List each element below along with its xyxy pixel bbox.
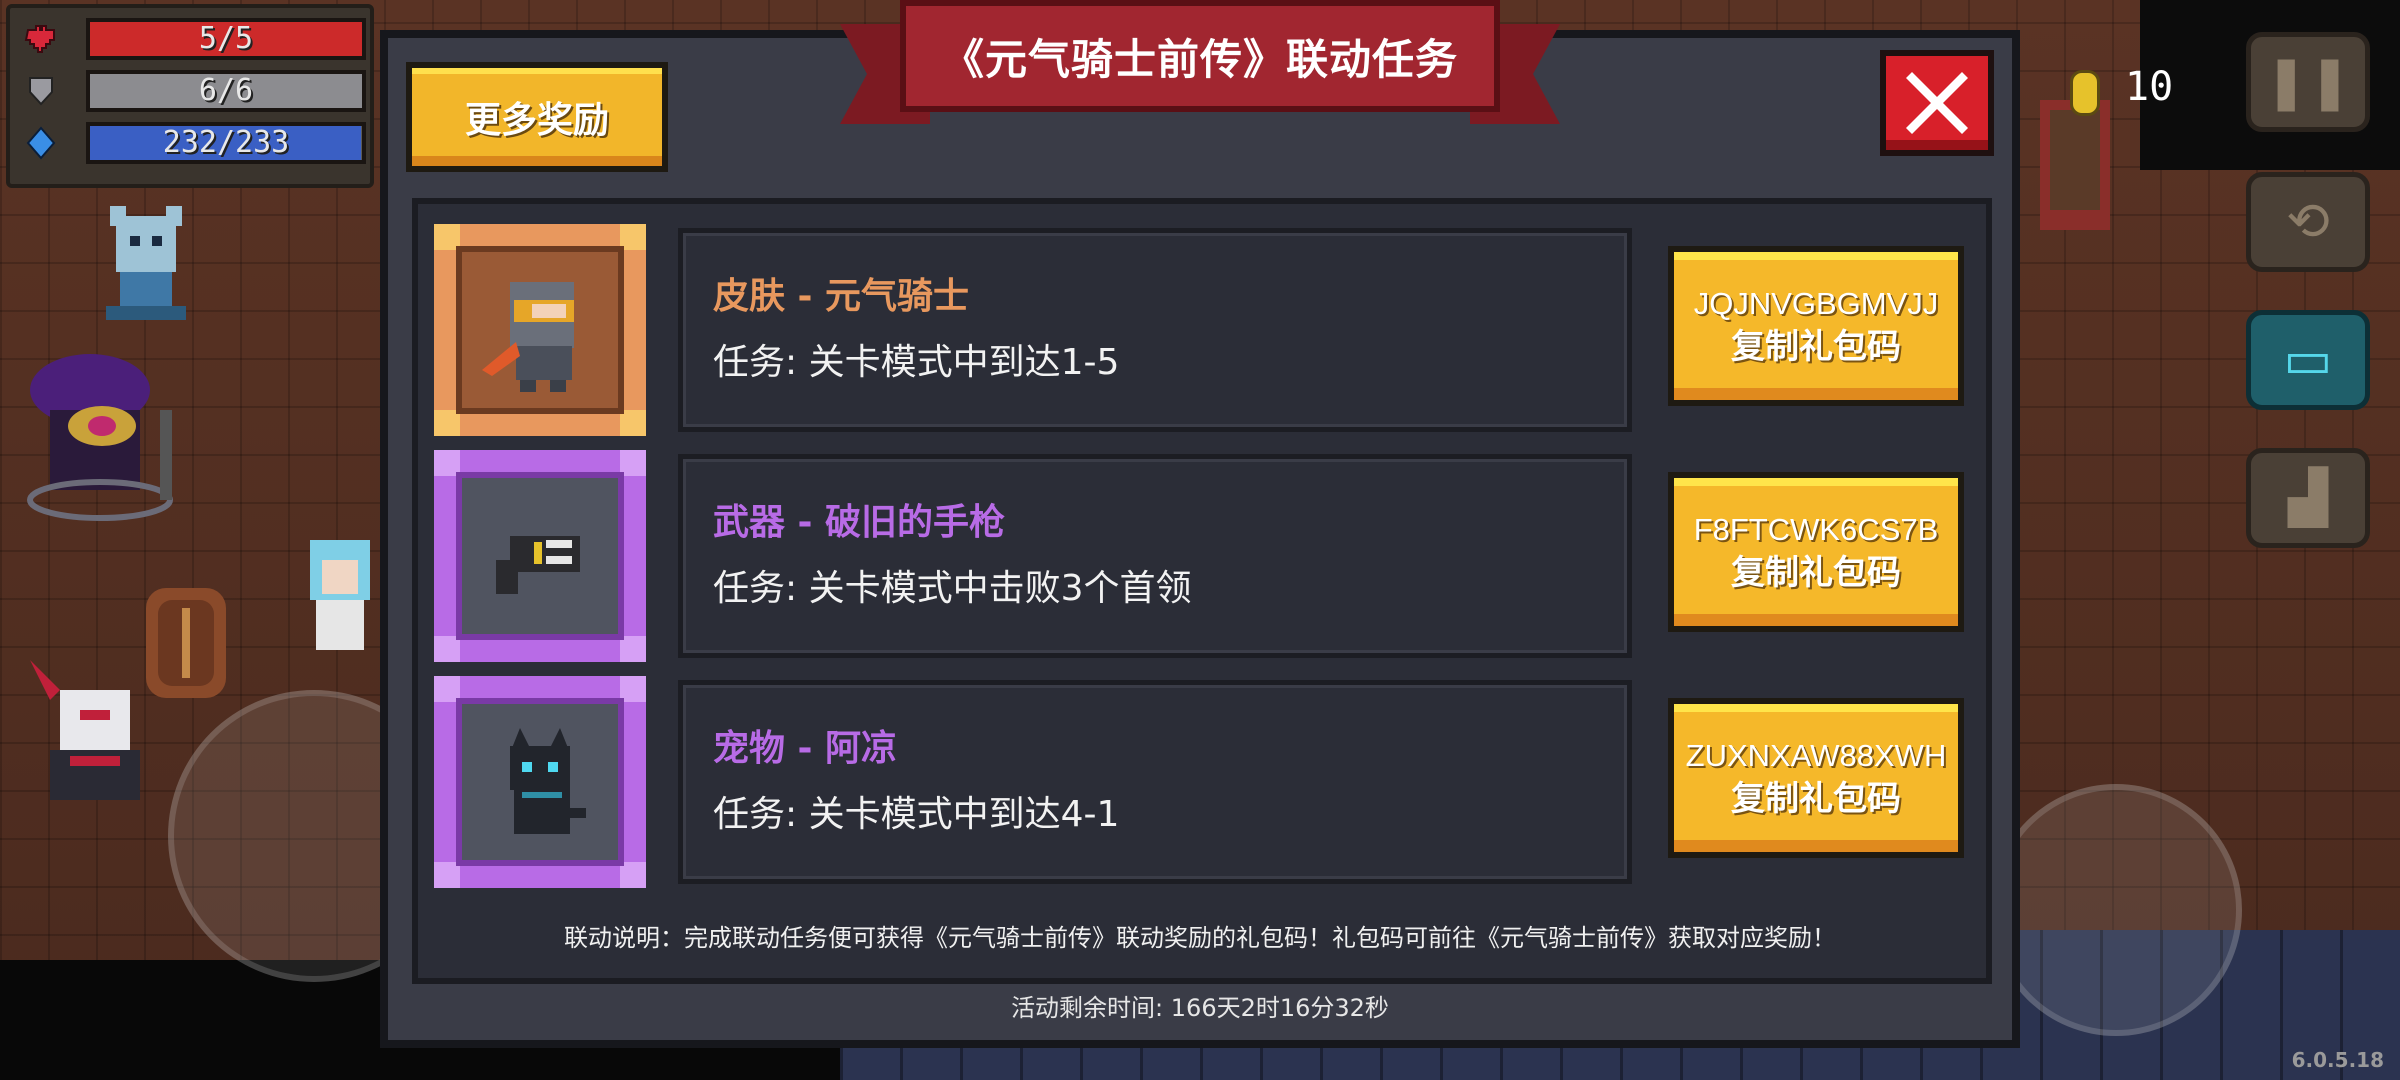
pause-button[interactable]: ❚❚ [2246,32,2370,132]
emote-button[interactable]: ▟ [2246,448,2370,548]
dialog-title: 《元气骑士前传》联动任务 [941,34,1458,84]
armor-value: 6/6 [198,73,254,108]
task-description: 任务: 关卡模式中到达1-5 [713,342,1120,383]
copy-code-button[interactable]: F8FTCWK6CS7B 复制礼包码 [1668,472,1964,632]
dark-mage-character [10,350,200,530]
pistol-icon [496,536,580,594]
task-info: 武器 - 破旧的手枪 任务: 关卡模式中击败3个首领 [678,454,1632,658]
swap-weapon-button[interactable]: ⟲ [2246,172,2370,272]
armor-row: 6/6 [24,70,366,112]
copy-code-button[interactable]: ZUXNXAW88XWH 复制礼包码 [1668,698,1964,858]
copy-label: 复制礼包码 [1731,553,1901,593]
close-button[interactable] [1880,50,1994,156]
copy-code-button[interactable]: JQJNVGBGMVJJ 复制礼包码 [1668,246,1964,406]
event-note: 联动说明：完成联动任务便可获得《元气骑士前传》联动奖励的礼包码！礼包码可前往《元… [564,924,1836,952]
gift-code: F8FTCWK6CS7B [1693,512,1939,547]
npc-character [2030,100,2120,230]
heart-icon [24,25,55,53]
close-icon [1906,72,1968,134]
task-row: 武器 - 破旧的手枪 任务: 关卡模式中击败3个首领 F8FTCWK6CS7B … [434,450,1964,662]
shield-icon [29,77,53,106]
hp-value: 5/5 [198,21,254,56]
energy-crystal-icon [26,126,56,160]
energy-value: 232/233 [162,125,290,160]
princess-character [300,530,380,660]
task-row: 宠物 - 阿凉 任务: 关卡模式中到达4-1 ZUXNXAW88XWH 复制礼包… [434,676,1964,888]
task-description: 任务: 关卡模式中到达4-1 [713,794,1120,835]
task-title: 宠物 - 阿凉 [713,728,898,769]
wolf-character [96,206,196,326]
gift-code: ZUXNXAW88XWH [1685,738,1947,773]
player-stats-panel: 5/5 6/6 232/233 [6,4,374,188]
reward-frame [434,676,646,888]
copy-label: 复制礼包码 [1731,327,1901,367]
gift-code: JQJNVGBGMVJJ [1693,286,1939,321]
task-description: 任务: 关卡模式中击败3个首领 [713,568,1192,609]
task-row: 皮肤 - 元气骑士 任务: 关卡模式中到达1-5 JQJNVGBGMVJJ 复制… [434,224,1964,436]
energy-row: 232/233 [24,122,366,164]
event-timer: 活动剩余时间: 166天2时16分32秒 [1011,994,1389,1022]
title-banner: 《元气骑士前传》联动任务 [840,0,1560,124]
reward-frame [434,224,646,436]
more-rewards-button[interactable]: 更多奖励 [406,62,668,172]
reward-frame [434,450,646,662]
knight-skin-icon [482,282,574,392]
black-cat-pet-icon [510,728,586,834]
assassin-character [20,660,170,810]
task-info: 皮肤 - 元气骑士 任务: 关卡模式中到达1-5 [678,228,1632,432]
chat-button[interactable]: ▭ [2246,310,2370,410]
swap-weapon-icon: ⟲ [2286,192,2330,252]
task-title: 武器 - 破旧的手枪 [713,502,1006,543]
chat-icon: ▭ [2283,330,2333,390]
copy-label: 复制礼包码 [1731,779,1901,819]
task-info: 宠物 - 阿凉 任务: 关卡模式中到达4-1 [678,680,1632,884]
version-label: 6.0.5.18 [2291,1048,2384,1072]
emote-icon: ▟ [2288,468,2328,528]
coin-count: 10 [2125,64,2174,110]
coin-icon [2070,70,2100,116]
hp-row: 5/5 [24,18,366,60]
task-title: 皮肤 - 元气骑士 [713,276,970,317]
pause-icon: ❚❚ [2264,52,2352,112]
